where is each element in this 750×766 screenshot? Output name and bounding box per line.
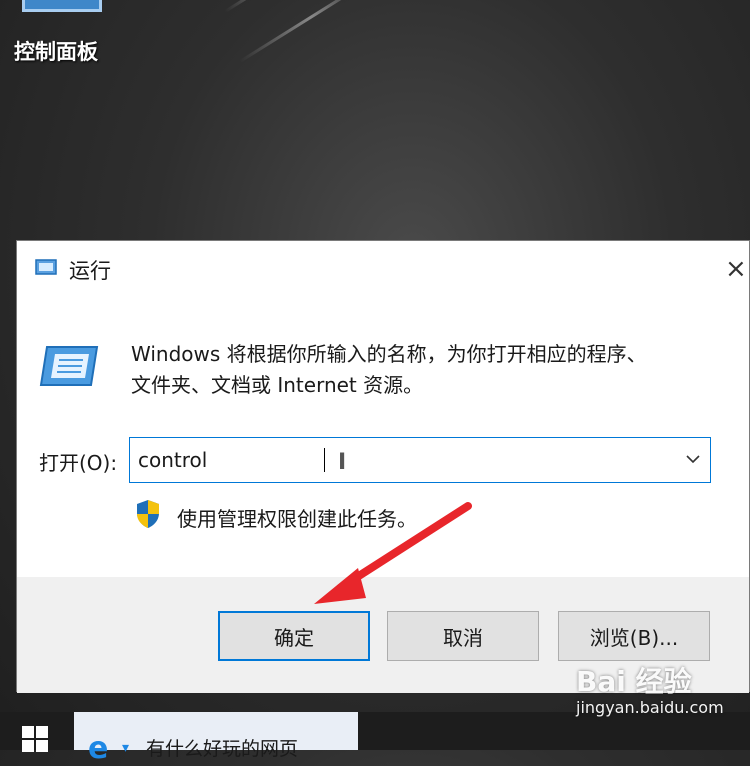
desktop-icon-label: 控制面板 bbox=[14, 40, 98, 64]
text-caret bbox=[324, 448, 325, 472]
admin-note: 使用管理权限创建此任务。 bbox=[177, 507, 417, 531]
description-line: Windows 将根据你所输入的名称，为你打开相应的程序、 bbox=[131, 342, 647, 366]
run-icon bbox=[39, 346, 99, 386]
description-line: 文件夹、文档或 Internet 资源。 bbox=[131, 373, 424, 397]
chevron-down-icon: ▾ bbox=[122, 740, 130, 756]
ie-icon: e bbox=[88, 731, 109, 766]
close-button[interactable]: × bbox=[725, 249, 749, 289]
watermark-logo: Bai 经验 bbox=[576, 665, 692, 698]
taskbar: e ▾ 有什么好玩的网页 bbox=[0, 712, 750, 764]
dialog-description: Windows 将根据你所输入的名称，为你打开相应的程序、 文件夹、文档或 In… bbox=[131, 339, 647, 401]
taskbar-item-browser[interactable]: e ▾ 有什么好玩的网页 bbox=[74, 712, 358, 764]
ibeam-cursor-icon: I bbox=[338, 450, 347, 475]
task-title: 有什么好玩的网页 bbox=[146, 738, 299, 760]
run-icon bbox=[35, 259, 57, 275]
watermark-url: jingyan.baidu.com bbox=[576, 698, 724, 717]
dialog-title: 运行 bbox=[69, 259, 111, 283]
run-dialog: 运行 × Windows 将根据你所输入的名称，为你打开相应的程序、 文件夹、文… bbox=[16, 240, 750, 693]
chevron-down-icon[interactable] bbox=[684, 450, 702, 468]
wallpaper-streak bbox=[239, 0, 360, 63]
title-bar[interactable]: 运行 × bbox=[17, 241, 749, 297]
ok-button[interactable]: 确定 bbox=[218, 611, 370, 661]
browse-button[interactable]: 浏览(B)... bbox=[558, 611, 710, 661]
open-combobox[interactable]: I bbox=[129, 437, 711, 483]
windows-logo-icon[interactable] bbox=[22, 726, 48, 752]
control-panel-icon bbox=[22, 0, 102, 12]
cancel-button[interactable]: 取消 bbox=[387, 611, 539, 661]
uac-shield-icon bbox=[137, 500, 159, 528]
open-label: 打开(O): bbox=[39, 451, 118, 475]
baidu-watermark: Bai 经验 jingyan.baidu.com bbox=[576, 660, 724, 717]
wallpaper-streak bbox=[224, 0, 370, 13]
open-input[interactable] bbox=[138, 444, 658, 476]
